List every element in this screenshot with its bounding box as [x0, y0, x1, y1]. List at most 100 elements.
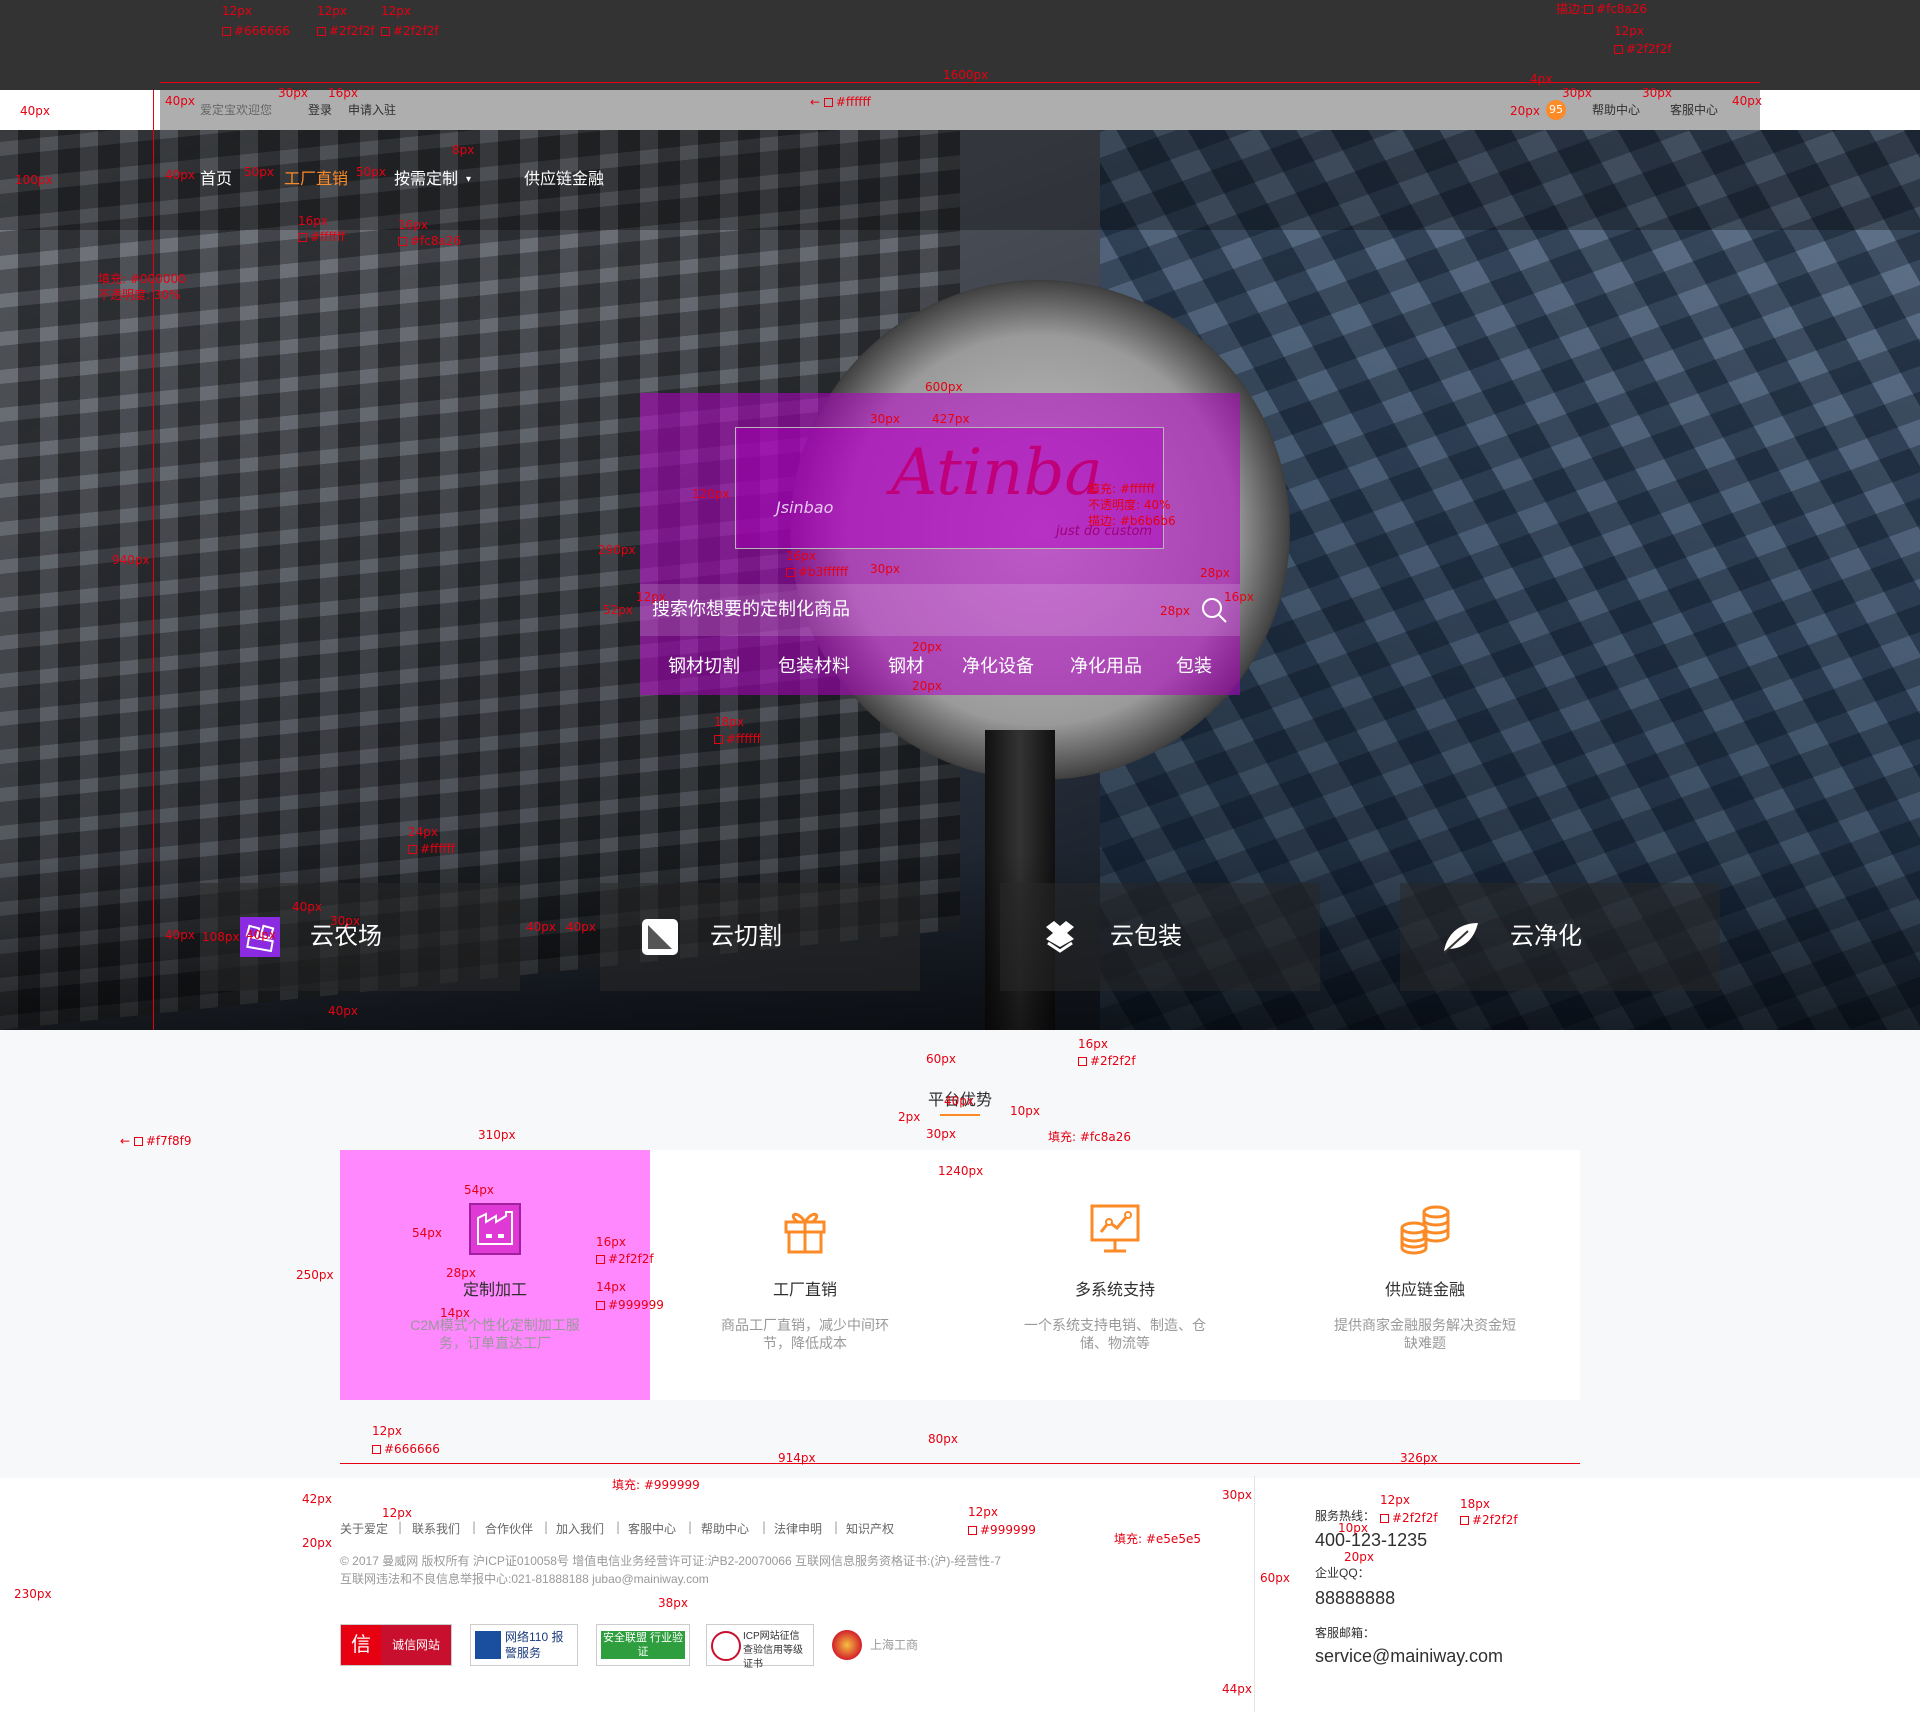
- service-label: 云包装: [1110, 923, 1182, 950]
- annotation-text: 12px: [372, 1424, 402, 1438]
- annotation-text: #fc8a26: [398, 234, 461, 248]
- chevron-down-icon[interactable]: ▾: [466, 174, 471, 185]
- annotation-text: 不透明度: 40%: [1088, 498, 1171, 512]
- advantage-item[interactable]: 供应链金融 提供商家金融服务解决资金短缺难题: [1270, 1150, 1580, 1400]
- nav-custom[interactable]: 按需定制: [394, 130, 458, 230]
- annotation-text: 16px: [596, 1235, 626, 1249]
- annotation-text: 28px: [1200, 566, 1230, 580]
- badge-safety-alliance[interactable]: 安全联盟 行业验证: [596, 1624, 690, 1666]
- title-underline: [940, 1114, 980, 1116]
- footer-link[interactable]: 联系我们: [412, 1520, 460, 1537]
- annotation-text: #2f2f2f: [317, 24, 375, 38]
- footer-link[interactable]: 加入我们: [556, 1520, 604, 1537]
- logo-sub: Jsinbao: [776, 498, 834, 517]
- hotline-value: 400-123-1235: [1315, 1530, 1428, 1550]
- annotation-text: 30px: [278, 86, 308, 100]
- annotation-text: 填充: #000000: [98, 272, 186, 286]
- search-placeholder: 搜索你想要的定制化商品: [652, 599, 850, 620]
- annotation-text: ← #f7f8f9: [120, 1134, 192, 1148]
- copyright: © 2017 曼威网 版权所有 沪ICP证010058号 增值电信业务经营许可证…: [340, 1554, 1001, 1568]
- annotation-text: 120px: [692, 487, 730, 501]
- dimension-line: [160, 82, 1760, 83]
- annotation-text: #2f2f2f: [596, 1252, 654, 1266]
- footer-link[interactable]: 关于爱定: [340, 1520, 388, 1537]
- annotation-text: 16px: [328, 86, 358, 100]
- annotation-text: ← #ffffff: [810, 95, 871, 109]
- annotation-text: 40px: [165, 94, 195, 108]
- annotation-text: 40px: [1732, 94, 1762, 108]
- footer-separator: |: [834, 1520, 839, 1534]
- annotation-text: 250px: [296, 1268, 334, 1282]
- annotation-text: 40px: [165, 168, 195, 182]
- service-label: 云切割: [710, 923, 782, 950]
- advantage-title: 多系统支持: [1074, 1282, 1155, 1299]
- advantage-item[interactable]: 定制加工 C2M模式个性化定制加工服务，订单直达工厂: [340, 1150, 650, 1400]
- annotation-text: 326px: [1400, 1451, 1438, 1465]
- annotation-text: 10px: [1338, 1521, 1368, 1535]
- annotation-text: 20px: [912, 640, 942, 654]
- hot-keyword[interactable]: 包装材料: [778, 636, 850, 696]
- footer-link[interactable]: 帮助中心: [701, 1520, 749, 1537]
- annotation-text: 40px: [165, 928, 195, 942]
- annotation-text: 40px: [526, 920, 556, 934]
- annotation-text: #999999: [596, 1298, 664, 1312]
- footer-link[interactable]: 知识产权: [846, 1520, 894, 1537]
- annotation-text: #2f2f2f: [1614, 42, 1672, 56]
- annotation-text: #666666: [222, 24, 290, 38]
- advantage-item[interactable]: 工厂直销 商品工厂直销，减少中间环节，降低成本: [650, 1150, 960, 1400]
- annotation-text: 2px: [898, 1110, 921, 1124]
- badge-shanghai-icb[interactable]: 上海工商: [832, 1624, 932, 1664]
- badge-label: 安全联盟 行业验证: [601, 1631, 685, 1659]
- service-card-cut[interactable]: 云切割: [600, 883, 920, 991]
- service-card-purify[interactable]: 云净化: [1400, 883, 1720, 991]
- annotation-text: 填充: #999999: [612, 1478, 700, 1492]
- nav-home[interactable]: 首页: [200, 130, 232, 230]
- factory-icon: [469, 1203, 521, 1255]
- hot-keyword[interactable]: 净化设备: [962, 636, 1034, 696]
- search-input[interactable]: 搜索你想要的定制化商品: [640, 584, 1240, 636]
- main-nav: 首页 工厂直销 按需定制 ▾ 供应链金融: [0, 130, 1920, 230]
- footer-separator: |: [688, 1520, 693, 1534]
- badge-credit-site[interactable]: 信 诚信网站: [340, 1624, 452, 1666]
- badge-police-110[interactable]: 网络110 报警服务: [470, 1624, 578, 1666]
- annotation-text: 14px: [596, 1280, 626, 1294]
- dimension-line: [340, 1463, 1580, 1464]
- help-link[interactable]: 帮助中心: [1592, 90, 1640, 130]
- welcome-text: 爱定宝欢迎您: [200, 103, 273, 117]
- annotation-text: 60px: [1260, 1571, 1290, 1585]
- annotation-text: 44px: [1222, 1682, 1252, 1696]
- hot-keyword[interactable]: 钢材切割: [668, 636, 740, 696]
- annotation-text: 12px: [636, 590, 666, 604]
- badge-label: ICP网站征信 查验信用等级证书: [743, 1631, 803, 1670]
- footer-link[interactable]: 合作伙伴: [485, 1520, 533, 1537]
- email-value[interactable]: service@mainiway.com: [1315, 1646, 1503, 1667]
- badge-label: 诚信网站: [381, 1625, 451, 1665]
- annotation-text: 12px: [968, 1505, 998, 1519]
- annotation-text: 30px: [1642, 86, 1672, 100]
- annotation-text: 600px: [925, 380, 963, 394]
- nav-supply-finance[interactable]: 供应链金融: [524, 130, 604, 230]
- footer-link[interactable]: 客服中心: [628, 1520, 676, 1537]
- badge-icp-credit[interactable]: ICP网站征信 查验信用等级证书: [706, 1624, 814, 1670]
- service-link[interactable]: 客服中心: [1670, 90, 1718, 130]
- footer-link[interactable]: 法律申明: [774, 1520, 822, 1537]
- credit-icon: 信: [341, 1625, 381, 1665]
- hot-keyword[interactable]: 净化用品: [1070, 636, 1142, 696]
- annotation-text: 40px: [20, 104, 50, 118]
- qq-value: 88888888: [1315, 1588, 1396, 1608]
- seal-icon: [711, 1631, 741, 1661]
- annotation-text: 描边: #b6b6b6: [1088, 514, 1176, 528]
- advantage-item[interactable]: 多系统支持 一个系统支持电销、制造、仓储、物流等: [960, 1150, 1270, 1400]
- annotation-text: 8px: [452, 143, 475, 157]
- annotation-text: 40px: [566, 920, 596, 934]
- annotation-text: 54px: [412, 1226, 442, 1240]
- annotation-text: 16px: [298, 214, 328, 228]
- annotation-text: 310px: [478, 1128, 516, 1142]
- hot-keyword[interactable]: 包装: [1176, 636, 1212, 696]
- annotation-text: 28px: [446, 1266, 476, 1280]
- annotation-text: 108px: [202, 930, 240, 944]
- service-card-package[interactable]: 云包装: [1000, 883, 1320, 991]
- cart-count-badge[interactable]: 95: [1546, 100, 1566, 120]
- annotation-text: 290px: [598, 543, 636, 557]
- qq-label: 企业QQ：: [1315, 1566, 1370, 1580]
